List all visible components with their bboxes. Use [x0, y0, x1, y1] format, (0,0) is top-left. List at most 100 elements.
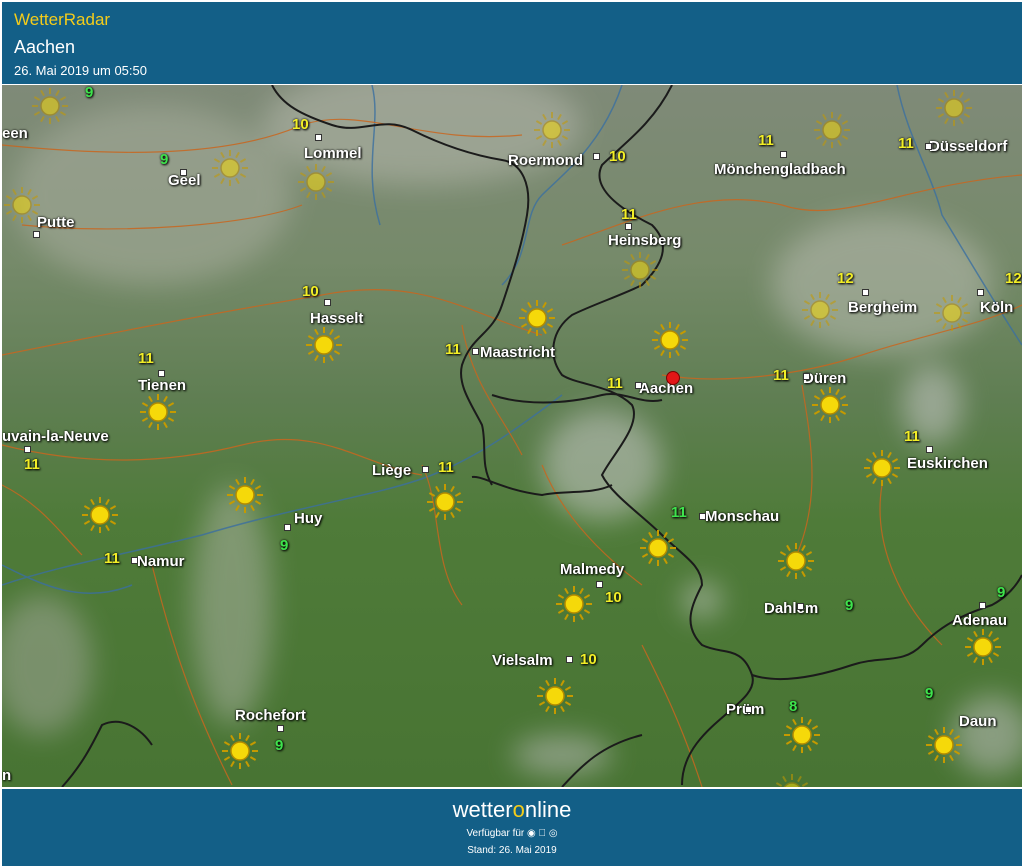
temperature-label: 9 — [275, 737, 284, 754]
available-label: Verfügbar für — [466, 828, 525, 839]
city-dot — [566, 656, 573, 663]
apple-icon[interactable]:  — [539, 828, 547, 839]
temperature-label: 11 — [621, 206, 637, 223]
sun-icon — [776, 541, 816, 581]
city-label-d-sseldorf: Düsseldorf — [929, 138, 1008, 155]
sun-icon — [80, 495, 120, 535]
city-label-monschau: Monschau — [705, 508, 780, 525]
temperature-label: 9 — [925, 685, 934, 702]
city-dot — [596, 581, 603, 588]
web-icon[interactable]: ◎ — [549, 828, 558, 839]
city-label-k-ln: Köln — [980, 299, 1014, 316]
temperature-label: 9 — [845, 597, 854, 614]
footer: wetteronline Verfügbar für ◉  ◎ Stand: … — [2, 789, 1022, 866]
city-label-daun: Daun — [959, 713, 997, 730]
city-label-huy: Huy — [294, 510, 323, 527]
stand-date: Stand: 26. Mai 2019 — [467, 845, 557, 856]
city-dot — [324, 299, 331, 306]
sun-icon — [2, 185, 42, 225]
temperature-label: 10 — [292, 116, 309, 133]
temperature-label: 10 — [605, 589, 622, 606]
temperature-label: 11 — [104, 550, 120, 567]
city-dot — [472, 348, 479, 355]
location-pin-icon[interactable] — [666, 371, 680, 385]
city-dot — [780, 151, 787, 158]
city-dot — [797, 603, 804, 610]
sun-icon — [932, 293, 972, 333]
temperature-label: 11 — [671, 504, 687, 521]
header: WetterRadar Aachen 26. Mai 2019 um 05:50 — [2, 2, 1022, 84]
sun-icon — [425, 482, 465, 522]
city-dot — [24, 446, 31, 453]
brand-logo[interactable]: wetteronline — [2, 797, 1022, 823]
temperature-label: 11 — [138, 350, 154, 367]
city-label-m-nchengladbach: Mönchengladbach — [714, 161, 846, 178]
city-dot — [979, 602, 986, 609]
city-label-rochefort: Rochefort — [235, 707, 306, 724]
sun-icon — [782, 715, 822, 755]
city-label-tienen: Tienen — [138, 377, 187, 394]
city-dot — [315, 134, 322, 141]
sun-icon — [924, 725, 964, 765]
brand-suffix: nline — [524, 797, 572, 822]
city-dot — [625, 223, 632, 230]
sun-icon — [138, 392, 178, 432]
city-label-n: n — [2, 767, 12, 784]
sun-icon — [620, 250, 660, 290]
android-icon[interactable]: ◉ — [527, 828, 536, 839]
city-dot — [926, 446, 933, 453]
brand-o: o — [512, 797, 525, 822]
city-label-een: een — [2, 125, 28, 142]
city-dot — [33, 231, 40, 238]
temperature-label: 12 — [1005, 270, 1022, 287]
brand-prefix: wetter — [452, 797, 513, 822]
temperature-label: 9 — [160, 151, 169, 168]
sun-icon — [800, 290, 840, 330]
city-dot — [803, 373, 810, 380]
city-dot — [422, 466, 429, 473]
sun-icon — [650, 320, 690, 360]
sun-icon — [304, 325, 344, 365]
city-dot — [862, 289, 869, 296]
city-label-uvain-la-neuve: uvain-la-Neuve — [2, 428, 109, 445]
temperature-label: 11 — [24, 456, 40, 473]
temperature-label: 11 — [904, 428, 920, 445]
app-title: WetterRadar — [14, 10, 111, 29]
city-label-adenau: Adenau — [952, 612, 1008, 629]
sun-icon — [638, 528, 678, 568]
city-label-euskirchen: Euskirchen — [907, 455, 988, 472]
sun-icon — [810, 385, 850, 425]
city-label-bergheim: Bergheim — [848, 299, 918, 316]
temperature-label: 9 — [280, 537, 289, 554]
city-dot — [131, 557, 138, 564]
temperature-label: 9 — [997, 584, 1006, 601]
availability: Verfügbar für ◉  ◎ — [2, 828, 1022, 839]
sun-icon — [30, 86, 70, 126]
sun-icon — [296, 162, 336, 202]
city-label-malmedy: Malmedy — [560, 561, 625, 578]
sun-icon — [225, 475, 265, 515]
sun-icon — [772, 772, 812, 787]
city-dot — [745, 706, 752, 713]
city-label-maastricht: Maastricht — [480, 344, 556, 361]
city-label-namur: Namur — [137, 553, 185, 570]
sun-icon — [862, 448, 902, 488]
city-label-putte: Putte — [37, 214, 75, 231]
city-label-lommel: Lommel — [304, 145, 362, 162]
city-dot — [925, 143, 932, 150]
city-label-li-ge: Liège — [372, 462, 412, 479]
temperature-label: 11 — [758, 132, 774, 149]
sun-icon — [532, 110, 572, 150]
temperature-label: 10 — [302, 283, 319, 300]
sun-icon — [210, 148, 250, 188]
city-label-heinsberg: Heinsberg — [608, 232, 682, 249]
weather-map[interactable]: Lommel Geel Putte Roermond Mönchengladbach Dü… — [2, 85, 1022, 787]
temperature-label: 11 — [773, 367, 789, 384]
app-frame: WetterRadar Aachen 26. Mai 2019 um 05:50 — [0, 0, 1024, 868]
city-dot — [284, 524, 291, 531]
city-label-vielsalm: Vielsalm — [492, 652, 553, 669]
temperature-label: 10 — [580, 651, 597, 668]
temperature-label: 11 — [607, 375, 623, 392]
city-dot — [158, 370, 165, 377]
city-dot — [277, 725, 284, 732]
